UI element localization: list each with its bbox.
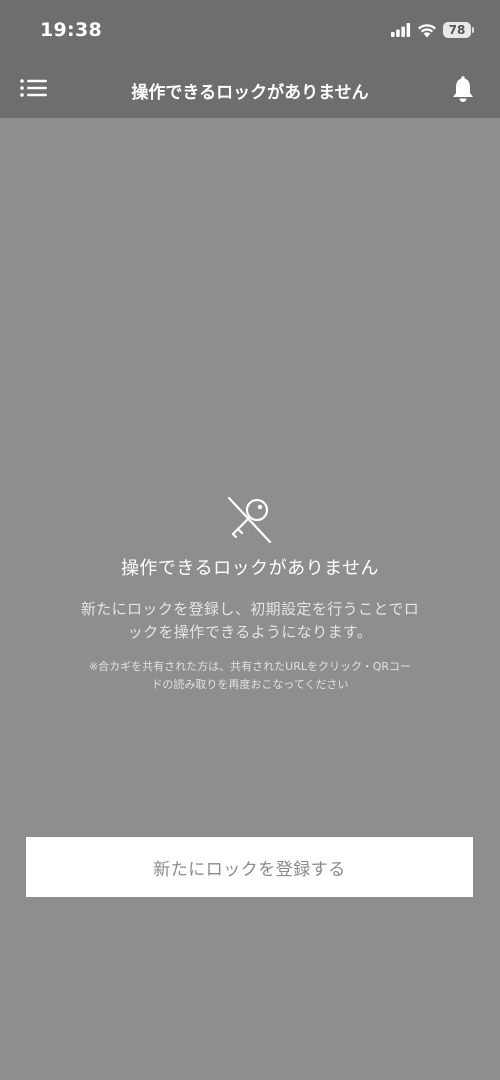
notification-button[interactable] (450, 75, 476, 103)
empty-state: 操作できるロックがありません 新たにロックを登録し、初期設定を行うことでロックを… (0, 492, 500, 694)
status-bar: 19:38 78 (0, 0, 500, 62)
header: 操作できるロックがありません (0, 62, 500, 118)
battery-level: 78 (448, 23, 466, 37)
status-icons: 78 (391, 22, 474, 38)
page-title: 操作できるロックがありません (131, 83, 369, 103)
register-lock-button[interactable]: 新たにロックを登録する (26, 837, 473, 897)
key-crossed-icon (227, 496, 272, 544)
empty-state-description: 新たにロックを登録し、初期設定を行うことでロックを操作できるようになります。 (80, 600, 420, 641)
bell-icon (453, 76, 473, 102)
signal-icon (391, 23, 411, 37)
status-time: 19:38 (40, 19, 102, 41)
battery-icon: 78 (443, 22, 471, 38)
shared-key-note: ※合カギを共有された方は、共有されたURLをクリック・QRコードの読み取りを再度… (88, 660, 412, 691)
battery-tip (472, 27, 474, 33)
wifi-icon (418, 23, 436, 37)
empty-state-title: 操作できるロックがありません (120, 558, 380, 579)
